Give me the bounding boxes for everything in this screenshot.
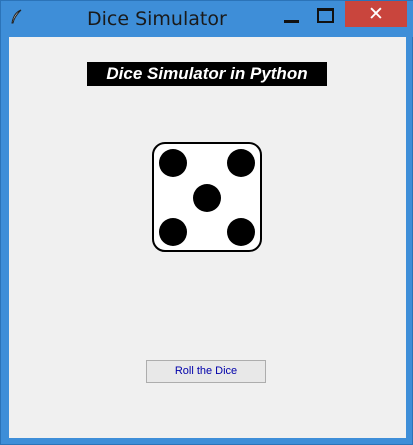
app-window: Dice Simulator ✕ Dice Simulator in Pytho… — [0, 0, 413, 445]
close-icon[interactable]: ✕ — [345, 1, 407, 27]
dice-pip — [227, 149, 255, 177]
dice-pip — [159, 218, 187, 246]
dice-pip — [159, 149, 187, 177]
window-title: Dice Simulator — [87, 8, 227, 30]
roll-dice-button[interactable]: Roll the Dice — [146, 360, 266, 383]
dice-face-five — [152, 142, 262, 252]
app-heading: Dice Simulator in Python — [87, 62, 327, 86]
dice-pip — [227, 218, 255, 246]
minimize-icon[interactable] — [277, 5, 305, 29]
maximize-icon[interactable] — [311, 5, 339, 29]
title-bar[interactable]: Dice Simulator ✕ — [1, 1, 413, 37]
feather-icon — [11, 9, 22, 24]
dice-pip — [193, 184, 221, 212]
app-body: Dice Simulator in Python Roll the Dice — [9, 37, 406, 438]
